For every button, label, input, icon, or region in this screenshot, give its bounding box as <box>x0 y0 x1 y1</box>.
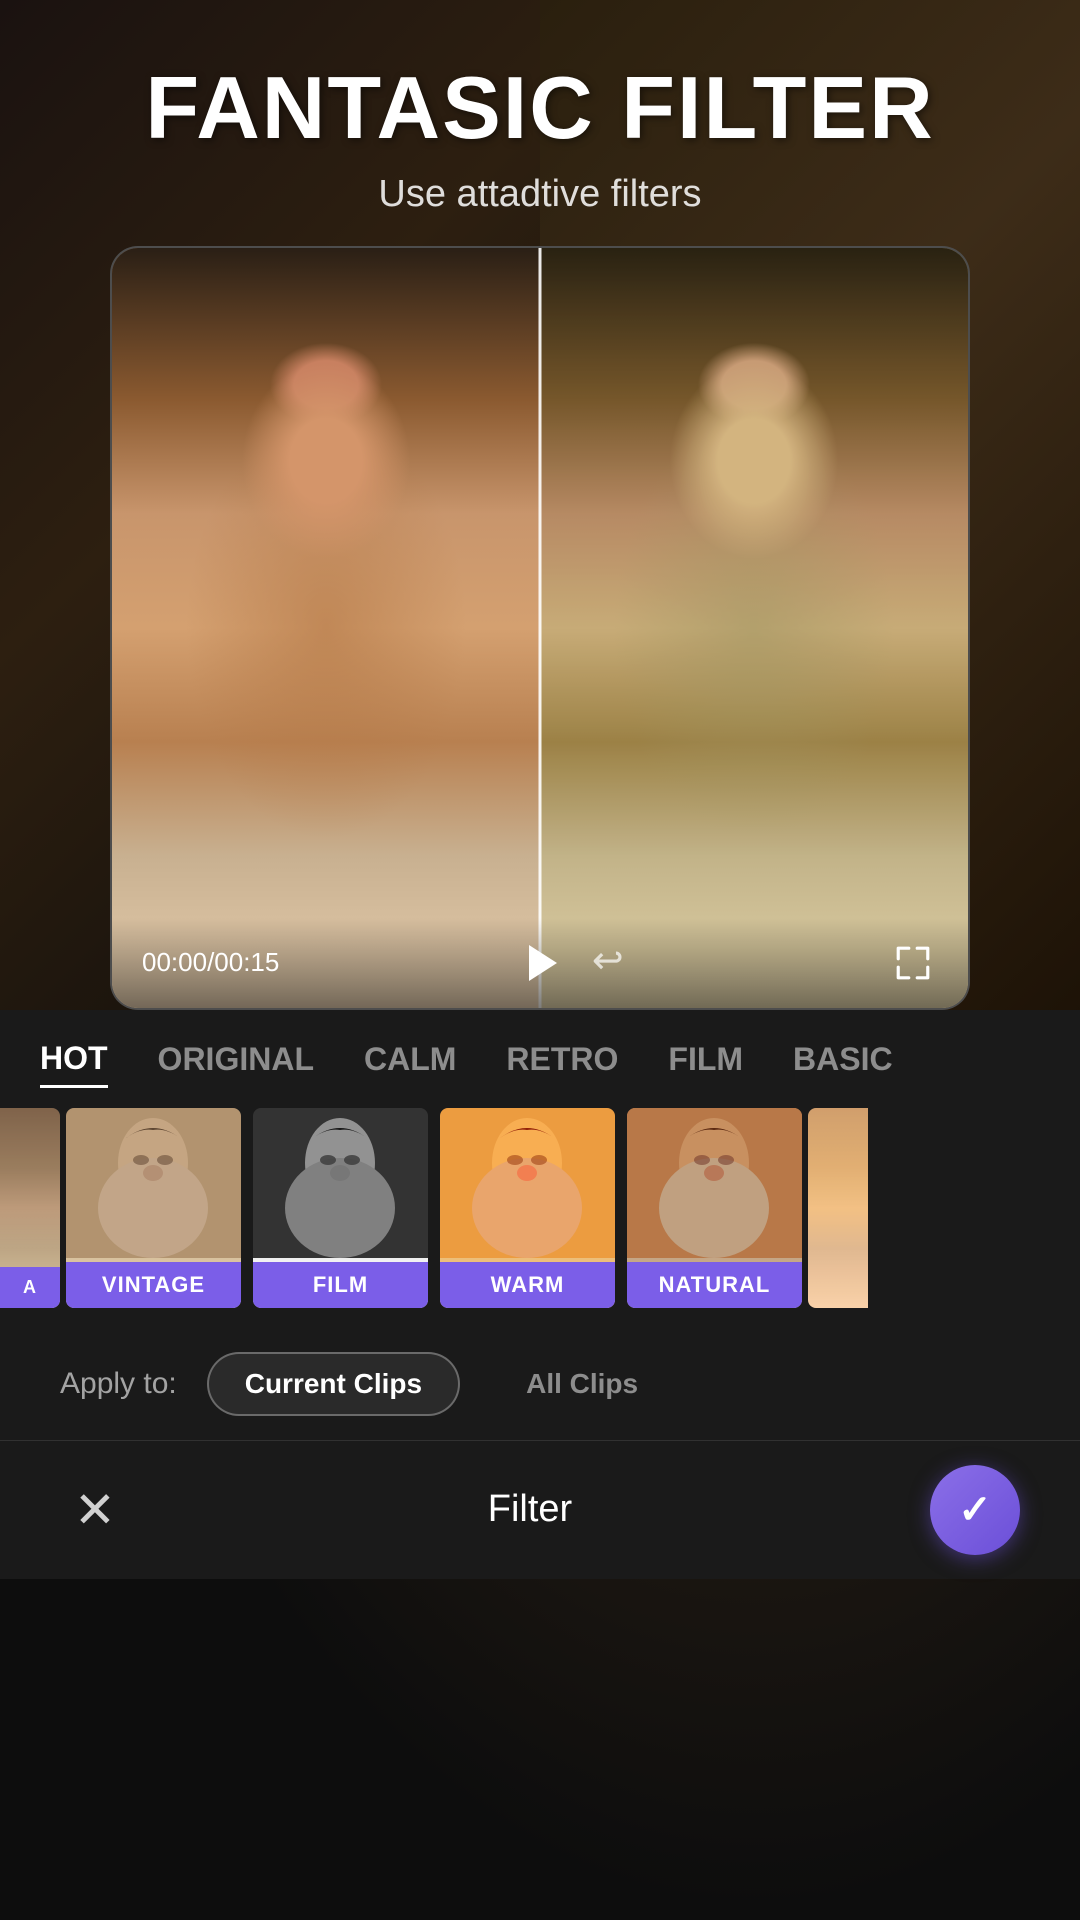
video-controls: 00:00/00:15 ↩ <box>112 918 968 1008</box>
filter-thumb-film[interactable]: FILM <box>253 1108 428 1308</box>
portrait-filtered <box>540 248 968 1008</box>
video-preview[interactable]: 00:00/00:15 ↩ <box>112 248 968 1008</box>
play-icon <box>529 945 557 981</box>
close-button[interactable]: ✕ <box>60 1475 130 1545</box>
page-subtitle: Use attadtive filters <box>0 173 1080 216</box>
rewind-button[interactable]: ↩ <box>583 936 633 986</box>
fullscreen-button[interactable] <box>888 938 938 988</box>
video-left-half <box>112 248 540 1008</box>
filter-label-warm: WARM <box>440 1262 615 1308</box>
tab-retro[interactable]: RETRO <box>506 1041 618 1086</box>
filter-label-partial-left: A <box>0 1267 60 1308</box>
filter-label-film: FILM <box>253 1262 428 1308</box>
bottom-bar: ✕ Filter ✓ <box>0 1440 1080 1579</box>
thumb-portrait-natural <box>627 1108 802 1258</box>
rewind-icon: ↩ <box>592 938 624 983</box>
thumb-portrait-vintage <box>66 1108 241 1258</box>
video-right-half <box>540 248 968 1008</box>
filter-thumb-partial-left[interactable]: A <box>0 1108 60 1308</box>
thumb-portrait-film <box>253 1108 428 1258</box>
thumb-portrait-warm <box>440 1108 615 1258</box>
header: FANTASIC FILTER Use attadtive filters <box>0 0 1080 246</box>
page-title: FANTASIC FILTER <box>0 60 1080 157</box>
tab-original[interactable]: ORIGINAL <box>158 1041 314 1086</box>
fullscreen-icon <box>894 944 932 982</box>
filter-thumbnails-container: A VINTAGE <box>0 1108 1080 1328</box>
video-card: 00:00/00:15 ↩ <box>110 246 970 1010</box>
play-button[interactable] <box>510 933 570 993</box>
all-clips-button[interactable]: All Clips <box>490 1354 674 1414</box>
filter-thumb-vintage[interactable]: VINTAGE <box>66 1108 241 1308</box>
confirm-button[interactable]: ✓ <box>930 1465 1020 1555</box>
filter-thumb-warm[interactable]: WARM <box>440 1108 615 1308</box>
filter-tabs: HOT ORIGINAL CALM RETRO FILM BASIC <box>0 1010 1080 1108</box>
tab-film[interactable]: FILM <box>668 1041 743 1086</box>
portrait-original <box>112 248 540 1008</box>
tab-hot[interactable]: HOT <box>40 1040 108 1088</box>
filter-label-natural: NATURAL <box>627 1262 802 1308</box>
apply-label: Apply to: <box>60 1367 177 1401</box>
filter-label-vintage: VINTAGE <box>66 1262 241 1308</box>
filter-thumb-partial-right[interactable] <box>808 1108 868 1308</box>
time-display: 00:00/00:15 <box>142 947 279 978</box>
close-icon: ✕ <box>74 1485 116 1535</box>
bottom-title: Filter <box>130 1488 930 1531</box>
filter-thumb-natural[interactable]: NATURAL <box>627 1108 802 1308</box>
split-divider <box>539 248 542 1008</box>
apply-section: Apply to: Current Clips All Clips <box>0 1328 1080 1440</box>
current-clips-button[interactable]: Current Clips <box>207 1352 460 1416</box>
tab-calm[interactable]: CALM <box>364 1041 456 1086</box>
checkmark-icon: ✓ <box>958 1487 992 1533</box>
tab-basic[interactable]: BASIC <box>793 1041 893 1086</box>
